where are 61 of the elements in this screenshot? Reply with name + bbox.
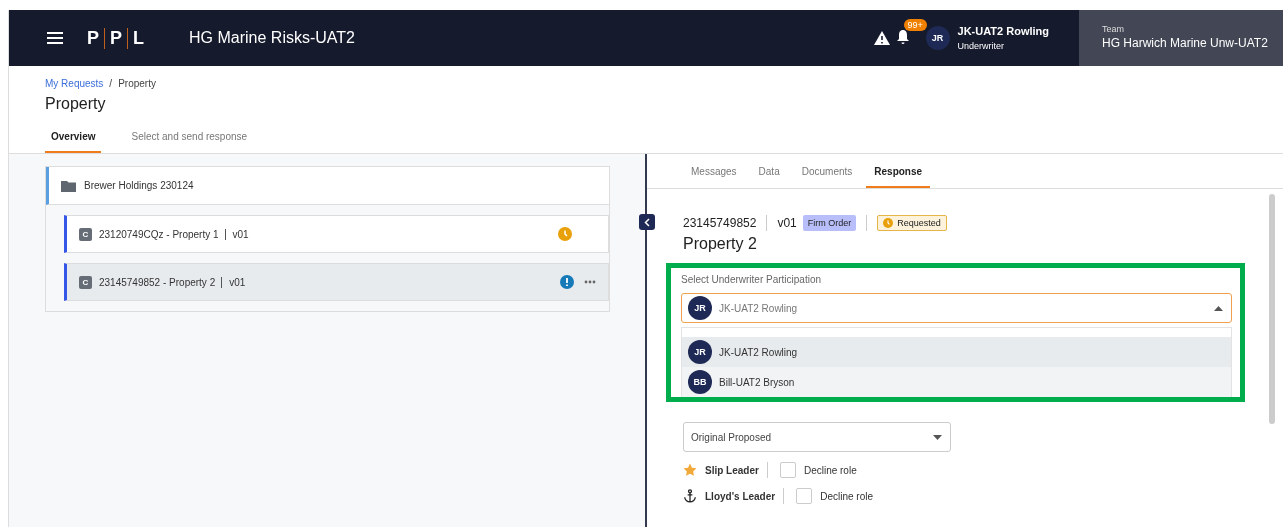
version-label: v01 bbox=[777, 216, 797, 230]
clock-icon bbox=[558, 227, 572, 241]
detail-title: Property 2 bbox=[683, 235, 758, 253]
case-badge: C bbox=[79, 227, 92, 241]
anchor-icon bbox=[683, 489, 697, 503]
more-icon[interactable] bbox=[584, 280, 596, 284]
current-page-label: Property bbox=[118, 78, 156, 89]
page-title: Property bbox=[45, 95, 107, 113]
user-role: Underwriter bbox=[957, 41, 1006, 51]
underwriter-select[interactable]: JR JK-UAT2 Rowling bbox=[681, 293, 1232, 323]
logo[interactable]: P P L bbox=[87, 27, 150, 49]
checkbox-label: Decline role bbox=[803, 464, 857, 476]
notification-count: 99+ bbox=[903, 19, 927, 31]
tree-item[interactable]: C 23120749CQz - Property 1 v01 bbox=[64, 215, 609, 253]
user-avatar[interactable]: JR bbox=[925, 26, 950, 50]
caret-icon bbox=[933, 434, 942, 440]
decline-checkbox[interactable] bbox=[779, 462, 796, 478]
alert-icon bbox=[560, 275, 574, 289]
option-label: JK-UAT2 Rowling bbox=[719, 346, 798, 358]
caret-icon bbox=[1214, 305, 1223, 311]
user-name: JK-UAT2 Rowling bbox=[957, 25, 1049, 37]
item-title: 23145749852 - Property 2 bbox=[99, 276, 216, 288]
team-name: HG Harwich Marine Unw-UAT2 bbox=[1102, 36, 1269, 50]
detail-tab[interactable]: Response bbox=[866, 160, 931, 188]
bell-icon[interactable] bbox=[895, 29, 910, 45]
proposal-select[interactable]: Original Proposed bbox=[683, 422, 951, 452]
warning-icon[interactable] bbox=[873, 31, 890, 45]
folder-icon bbox=[61, 179, 76, 192]
team-panel[interactable]: Team HG Harwich Marine Unw-UAT2 bbox=[1079, 10, 1283, 66]
role-label: Slip Leader bbox=[705, 464, 759, 476]
collapse-button[interactable] bbox=[639, 214, 655, 230]
star-icon bbox=[683, 463, 697, 477]
app-title: HG Marine Risks-UAT2 bbox=[189, 29, 356, 47]
case-badge: C bbox=[79, 275, 92, 289]
team-label: Team bbox=[1102, 24, 1125, 34]
folder-row[interactable]: Brewer Holdings 230124 bbox=[46, 167, 609, 205]
field-label: Select Underwriter Participation bbox=[681, 274, 823, 285]
detail-tab[interactable]: Documents bbox=[793, 160, 861, 188]
role-label: Lloyd's Leader bbox=[705, 490, 776, 502]
menu-icon[interactable] bbox=[47, 32, 63, 44]
decline-checkbox[interactable] bbox=[796, 488, 813, 504]
breadcrumb-link[interactable]: My Requests bbox=[45, 78, 104, 89]
path-separator: / bbox=[109, 78, 113, 89]
status-tag: Requested bbox=[877, 215, 947, 231]
item-title: 23120749CQz - Property 1 bbox=[99, 228, 219, 240]
option-label: Bill-UAT2 Bryson bbox=[719, 376, 795, 388]
user-avatar: BB bbox=[688, 370, 712, 394]
order-tag: Firm Order bbox=[802, 215, 857, 231]
dropdown-option[interactable]: BB Bill-UAT2 Bryson bbox=[682, 367, 1231, 397]
tree-item[interactable]: C 23145749852 - Property 2 v01 bbox=[64, 263, 609, 301]
page-tab[interactable]: Select and send response bbox=[125, 127, 254, 153]
reference-number: 23145749852 bbox=[683, 216, 757, 230]
folder-name: Brewer Holdings 230124 bbox=[84, 180, 194, 191]
clock-icon bbox=[883, 218, 894, 228]
user-avatar: JR bbox=[688, 340, 712, 364]
dropdown-option[interactable]: JR JK-UAT2 Rowling bbox=[682, 337, 1231, 367]
detail-tab[interactable]: Data bbox=[750, 160, 788, 188]
checkbox-label: Decline role bbox=[820, 490, 873, 502]
detail-tab[interactable]: Messages bbox=[683, 160, 745, 188]
user-avatar: JR bbox=[688, 296, 712, 320]
chevron-left-icon bbox=[644, 217, 650, 227]
